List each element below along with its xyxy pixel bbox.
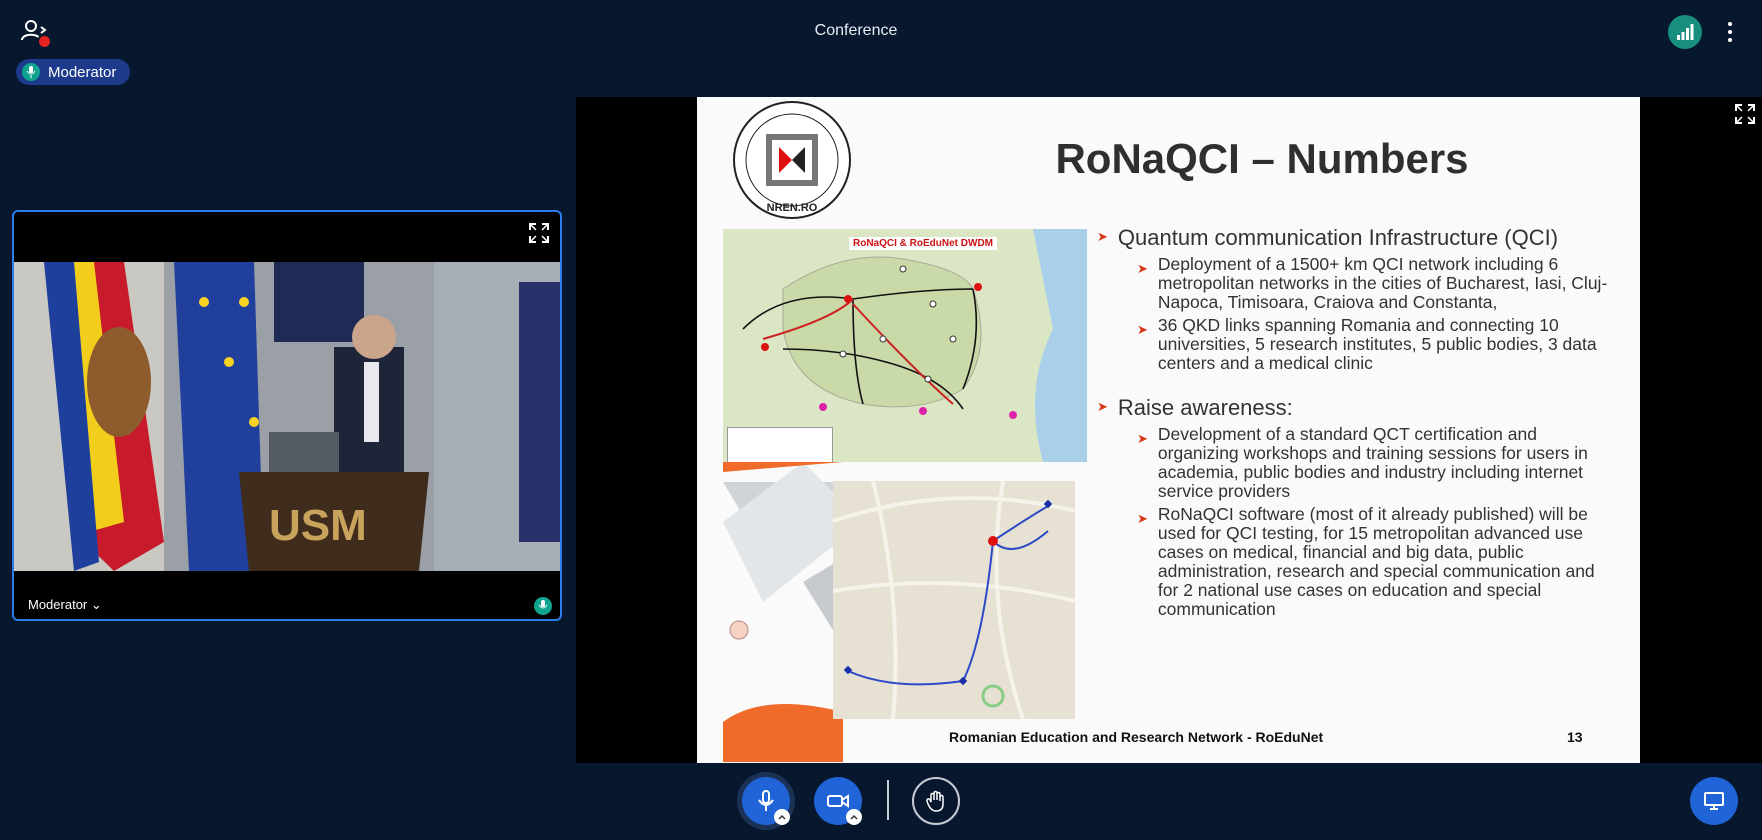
sub-bullet-item: ➤ RoNaQCI software (most of it already p… <box>1137 505 1617 619</box>
screen-share-button[interactable] <box>1690 777 1738 825</box>
sub-bullet-item: ➤ 36 QKD links spanning Romania and conn… <box>1137 316 1617 373</box>
nren-logo-icon: NREN.RO <box>733 101 851 219</box>
signal-icon <box>1677 24 1694 40</box>
arrow-bullet-icon: ➤ <box>1097 399 1108 414</box>
presenter-name: Moderator <box>48 63 117 81</box>
webcam-name[interactable]: Moderator ⌄ <box>28 597 102 613</box>
bullet-text: Raise awareness: <box>1117 395 1293 420</box>
sub-bullet-text: RoNaQCI software (most of it already pub… <box>1157 504 1595 619</box>
slide-page-number: 13 <box>1567 729 1583 745</box>
slide-bullets: ➤ Quantum communication Infrastructure (… <box>1097 225 1617 619</box>
microphone-icon <box>22 63 40 81</box>
microphone-toggle-button[interactable] <box>742 777 790 825</box>
bucharest-network-map <box>833 481 1075 719</box>
slide-footer: Romanian Education and Research Network … <box>949 729 1324 745</box>
map-legend <box>727 427 833 462</box>
sub-bullet-item: ➤ Development of a standard QCT certific… <box>1137 425 1617 501</box>
logo-text: NREN.RO <box>767 202 818 214</box>
arrow-bullet-icon: ➤ <box>1137 511 1148 526</box>
sub-bullet-text: Development of a standard QCT certificat… <box>1157 424 1588 501</box>
arrow-bullet-icon: ➤ <box>1137 261 1148 276</box>
bullet-item: ➤ Quantum communication Infrastructure (… <box>1097 225 1617 251</box>
conference-title: Conference <box>814 22 898 39</box>
microphone-icon <box>534 597 552 615</box>
chevron-up-icon[interactable] <box>774 809 790 825</box>
map-label: RoNaQCI & RoEduNet DWDM <box>849 237 997 250</box>
camera-toggle-button[interactable] <box>814 777 862 825</box>
romania-network-map: RoNaQCI & RoEduNet DWDM <box>723 229 1087 462</box>
presentation-slide: NREN.RO RoNaQCI – Numbers RoNaQCI & RoEd… <box>697 97 1640 763</box>
sub-bullet-item: ➤ Deployment of a 1500+ km QCI network i… <box>1137 255 1617 312</box>
microphone-icon <box>758 790 774 811</box>
raise-hand-button[interactable] <box>912 777 960 825</box>
arrow-bullet-icon: ➤ <box>1137 322 1148 337</box>
arrow-bullet-icon: ➤ <box>1137 431 1148 446</box>
more-options-icon[interactable] <box>1720 17 1740 47</box>
control-divider <box>887 780 889 820</box>
arrow-bullet-icon: ➤ <box>1097 229 1108 244</box>
presenter-pill[interactable]: Moderator <box>16 59 131 85</box>
bullet-item: ➤ Raise awareness: <box>1097 395 1617 421</box>
raise-hand-icon <box>926 790 944 812</box>
webcam-tile[interactable]: USM Moderator ⌄ <box>12 210 562 621</box>
connection-status-button[interactable] <box>1668 15 1702 49</box>
bullet-text: Quantum communication Infrastructure (QC… <box>1117 225 1559 250</box>
webcam-video: USM <box>14 262 560 571</box>
slide-title: RoNaQCI – Numbers <box>1055 135 1469 182</box>
chevron-up-icon[interactable] <box>846 809 862 825</box>
fullscreen-icon[interactable] <box>528 222 550 244</box>
podium-text: USM <box>269 501 367 550</box>
monitor-icon <box>1704 792 1724 810</box>
sub-bullet-text: 36 QKD links spanning Romania and connec… <box>1157 315 1597 373</box>
fullscreen-icon[interactable] <box>1734 103 1756 125</box>
sub-bullet-text: Deployment of a 1500+ km QCI network inc… <box>1157 254 1608 312</box>
camera-icon <box>827 794 849 808</box>
